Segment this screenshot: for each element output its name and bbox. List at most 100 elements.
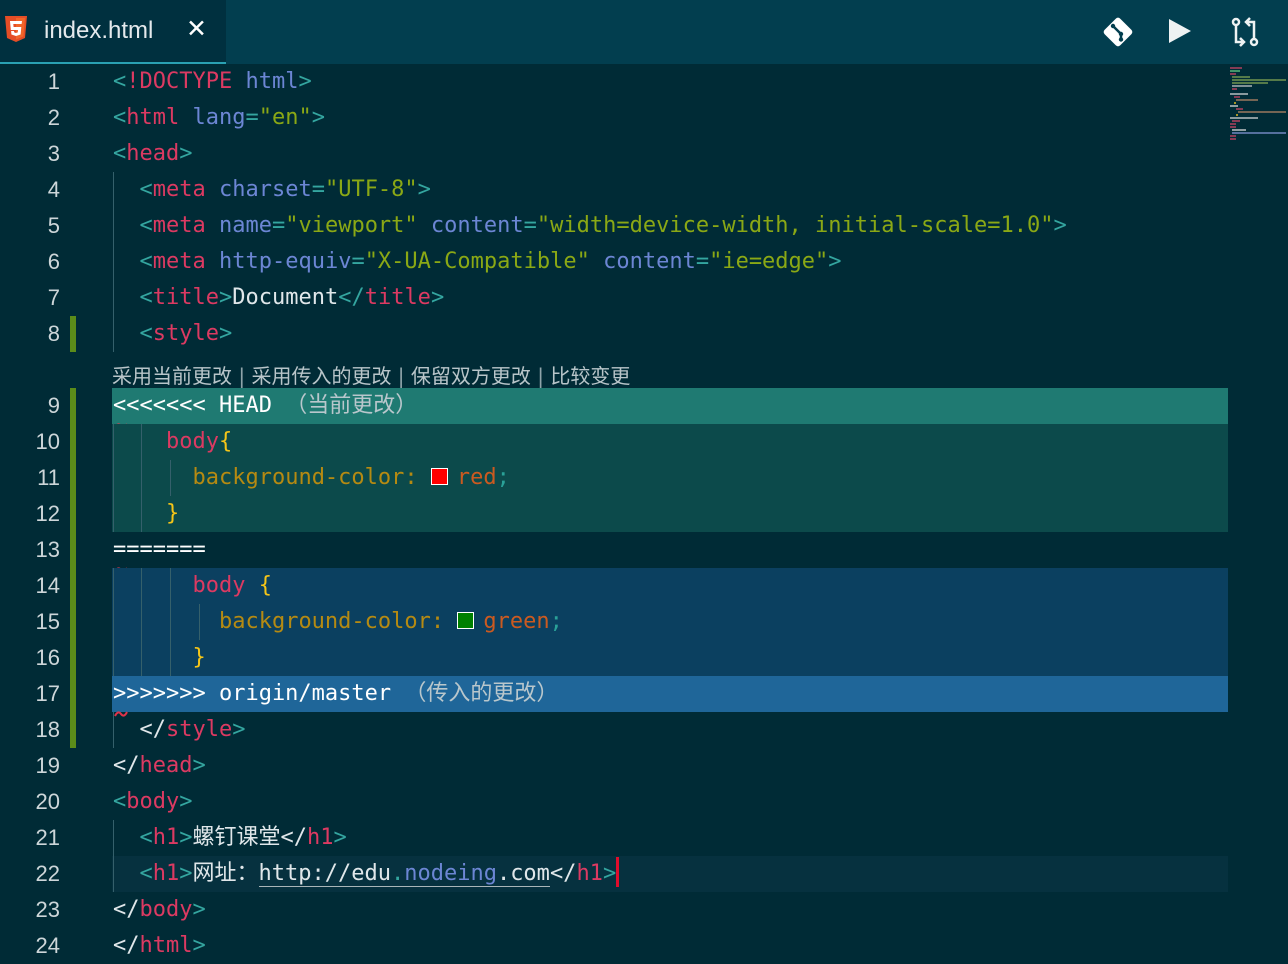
code-line: 18 </style>: [0, 712, 1228, 748]
line-number: 18: [35, 717, 60, 742]
code-line-conflict-incoming: 15 background-color: green;: [0, 604, 1228, 640]
code-text: body{: [165, 429, 233, 454]
html5-icon: [5, 16, 27, 42]
line-number: 8: [47, 321, 60, 346]
code-text: </style>: [139, 717, 246, 742]
code-text: <style>: [139, 321, 233, 346]
line-number: 24: [35, 933, 60, 958]
current-change-bg: [112, 424, 1228, 460]
code-text: <head>: [113, 141, 193, 166]
code-line: 6 <meta http-equiv="X-UA-Compatible" con…: [0, 244, 1228, 280]
code-text: </head>: [113, 753, 206, 778]
code-line-conflict-current: 11 background-color: red;: [0, 460, 1228, 496]
git-modified-marker: [70, 676, 76, 712]
color-swatch-green[interactable]: [457, 612, 475, 629]
code-line: 24 </html>: [0, 928, 1228, 964]
code-line-active: 22 <h1>网址：http://edu.nodeing.com</h1>: [0, 856, 1228, 892]
line-number: 12: [35, 501, 60, 526]
line-number: 10: [35, 429, 60, 454]
code-text: <<<<<<< HEAD （当前更改）: [113, 393, 418, 418]
line-number: 11: [37, 465, 60, 490]
code-line: 21 <h1>螺钉课堂</h1>: [0, 820, 1228, 856]
line-number: 19: [35, 753, 60, 778]
code-text: <html lang="en">: [113, 105, 325, 130]
line-number: 7: [47, 285, 60, 310]
code-text: }: [165, 501, 180, 526]
code-text: <meta charset="UTF-8">: [139, 177, 431, 202]
line-number: 15: [35, 609, 60, 634]
tab-index-html[interactable]: index.html ✕: [0, 0, 226, 64]
line-number: 13: [35, 537, 60, 562]
code-text: background-color: green;: [218, 609, 563, 634]
line-number: 2: [47, 105, 60, 130]
code-line-conflict-incoming: 14 body {: [0, 568, 1228, 604]
code-line: 2 <html lang="en">: [0, 100, 1228, 136]
code-text: }: [192, 645, 206, 670]
line-number: 17: [35, 681, 60, 706]
code-line-conflict-current-header: 9 <<<<<<< HEAD （当前更改）: [0, 388, 1228, 429]
code-line: 20 <body>: [0, 784, 1228, 820]
git-icon[interactable]: [1102, 16, 1134, 48]
incoming-change-bg: [112, 568, 1228, 604]
accept-both-changes-link[interactable]: 保留双方更改: [411, 364, 531, 388]
current-change-bg: [112, 496, 1228, 532]
play-icon[interactable]: [1166, 16, 1194, 46]
git-modified-marker: [70, 460, 76, 496]
code-line: 4 <meta charset="UTF-8">: [0, 172, 1228, 208]
code-line: 19 </head>: [0, 748, 1228, 784]
line-number: 16: [35, 645, 60, 670]
code-text: <body>: [113, 789, 193, 814]
line-number: 22: [35, 861, 60, 886]
code-line-conflict-incoming: 16 }: [0, 640, 1228, 676]
code-line: 7 <title>Document</title>: [0, 280, 1228, 316]
compare-changes-link[interactable]: 比较变更: [550, 364, 630, 388]
git-modified-marker: [70, 316, 76, 352]
close-icon[interactable]: ✕: [186, 14, 207, 43]
code-text: <meta name="viewport" content="width=dev…: [139, 213, 1067, 238]
code-line: 3 <head>: [0, 136, 1228, 172]
code-text: >>>>>>> origin/master （传入的更改）: [113, 681, 559, 706]
accept-current-change-link[interactable]: 采用当前更改: [112, 364, 232, 388]
text-cursor: [616, 857, 620, 887]
code-line-conflict-current: 10 body{: [0, 424, 1228, 460]
line-number: 21: [35, 825, 60, 850]
accept-incoming-change-link[interactable]: 采用传入的更改: [251, 364, 391, 388]
code-line: 1 <!DOCTYPE html>: [0, 64, 1228, 100]
code-text: <h1>螺钉课堂</h1>: [139, 825, 347, 850]
code-text: <h1>网址：http://edu.nodeing.com</h1>: [113, 856, 620, 892]
git-modified-marker: [70, 712, 76, 748]
line-number: 14: [35, 573, 60, 598]
compare-icon[interactable]: [1229, 16, 1261, 48]
git-modified-marker: [70, 496, 76, 532]
line-number: 23: [35, 897, 60, 922]
code-line-conflict-incoming-header: 17 >>>>>>> origin/master （传入的更改）: [0, 676, 1228, 717]
git-modified-marker: [70, 640, 76, 676]
code-text: <title>Document</title>: [139, 285, 445, 310]
incoming-change-bg: [112, 640, 1228, 676]
code-text: body {: [192, 573, 272, 598]
code-text: </html>: [113, 933, 206, 958]
line-number: 4: [47, 177, 60, 202]
line-number: 9: [47, 393, 60, 418]
git-modified-marker: [70, 424, 76, 460]
line-number: 20: [35, 789, 60, 814]
git-modified-marker: [70, 568, 76, 604]
code-editor[interactable]: 1 <!DOCTYPE html> 2 <html lang="en"> 3 <…: [0, 64, 1288, 958]
code-text: </body>: [113, 897, 206, 922]
code-text: =======: [113, 537, 206, 562]
color-swatch-red[interactable]: [430, 468, 448, 485]
git-modified-marker: [70, 532, 76, 568]
code-line-conflict-divider: 13 =======: [0, 532, 1228, 573]
git-modified-marker: [70, 604, 76, 640]
code-text: <!DOCTYPE html>: [113, 69, 312, 94]
tab-label: index.html: [44, 17, 154, 44]
code-line: 5 <meta name="viewport" content="width=d…: [0, 208, 1228, 244]
code-text: <meta http-equiv="X-UA-Compatible" conte…: [139, 249, 842, 274]
line-number: 1: [47, 69, 60, 94]
code-text: background-color: red;: [192, 465, 510, 490]
line-number: 3: [47, 141, 60, 166]
code-line: 23 </body>: [0, 892, 1228, 928]
code-line-conflict-current: 12 }: [0, 496, 1228, 532]
tab-bar: index.html ✕: [0, 0, 1288, 64]
line-number: 5: [47, 213, 60, 238]
